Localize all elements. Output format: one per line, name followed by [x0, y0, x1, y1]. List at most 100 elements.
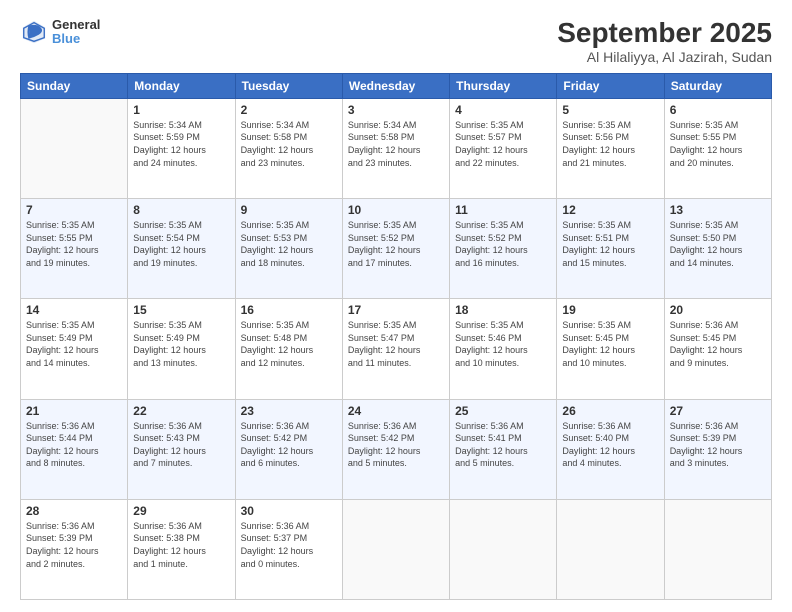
day-info: Sunrise: 5:36 AMSunset: 5:39 PMDaylight:… [26, 520, 122, 570]
day-number: 29 [133, 504, 229, 518]
calendar-week-3: 14Sunrise: 5:35 AMSunset: 5:49 PMDayligh… [21, 299, 772, 399]
calendar-cell: 11Sunrise: 5:35 AMSunset: 5:52 PMDayligh… [450, 199, 557, 299]
calendar-week-1: 1 Sunrise: 5:34 AMSunset: 5:59 PMDaylight… [21, 98, 772, 198]
day-info: Sunrise: 5:35 AMSunset: 5:49 PMDaylight:… [133, 319, 229, 369]
day-number: 27 [670, 404, 766, 418]
header: General Blue September 2025 Al Hilaliyya… [20, 18, 772, 65]
day-info: Sunrise: 5:35 AMSunset: 5:52 PMDaylight:… [348, 219, 444, 269]
day-number: 23 [241, 404, 337, 418]
calendar-cell: 17 Sunrise: 5:35 AMSunset: 5:47 PMDayligh… [342, 299, 449, 399]
day-number: 2 [241, 103, 337, 117]
header-cell-monday: Monday [128, 73, 235, 98]
day-number: 16 [241, 303, 337, 317]
calendar-cell: 30 Sunrise: 5:36 AMSunset: 5:37 PMDayligh… [235, 499, 342, 599]
day-info: Sunrise: 5:35 AMSunset: 5:47 PMDaylight:… [348, 319, 444, 369]
day-info: Sunrise: 5:34 AMSunset: 5:58 PMDaylight:… [241, 119, 337, 169]
day-number: 13 [670, 203, 766, 217]
day-info: Sunrise: 5:35 AMSunset: 5:55 PMDaylight:… [26, 219, 122, 269]
day-info: Sunrise: 5:36 AMSunset: 5:42 PMDaylight:… [348, 420, 444, 470]
day-number: 4 [455, 103, 551, 117]
day-number: 21 [26, 404, 122, 418]
page-title: September 2025 [557, 18, 772, 49]
day-info: Sunrise: 5:35 AMSunset: 5:54 PMDaylight:… [133, 219, 229, 269]
calendar-cell: 2 Sunrise: 5:34 AMSunset: 5:58 PMDaylight… [235, 98, 342, 198]
day-info: Sunrise: 5:36 AMSunset: 5:41 PMDaylight:… [455, 420, 551, 470]
header-row: SundayMondayTuesdayWednesdayThursdayFrid… [21, 73, 772, 98]
header-cell-sunday: Sunday [21, 73, 128, 98]
calendar-cell: 1 Sunrise: 5:34 AMSunset: 5:59 PMDaylight… [128, 98, 235, 198]
calendar-cell: 15Sunrise: 5:35 AMSunset: 5:49 PMDayligh… [128, 299, 235, 399]
calendar-cell: 20 Sunrise: 5:36 AMSunset: 5:45 PMDayligh… [664, 299, 771, 399]
calendar-cell: 6Sunrise: 5:35 AMSunset: 5:55 PMDaylight… [664, 98, 771, 198]
calendar-cell: 27 Sunrise: 5:36 AMSunset: 5:39 PMDayligh… [664, 399, 771, 499]
day-number: 8 [133, 203, 229, 217]
calendar-cell: 25 Sunrise: 5:36 AMSunset: 5:41 PMDayligh… [450, 399, 557, 499]
calendar-cell: 14Sunrise: 5:35 AMSunset: 5:49 PMDayligh… [21, 299, 128, 399]
day-info: Sunrise: 5:36 AMSunset: 5:40 PMDaylight:… [562, 420, 658, 470]
day-number: 5 [562, 103, 658, 117]
calendar-cell: 10 Sunrise: 5:35 AMSunset: 5:52 PMDayligh… [342, 199, 449, 299]
calendar-cell [21, 98, 128, 198]
logo-icon [20, 18, 48, 46]
day-info: Sunrise: 5:36 AMSunset: 5:44 PMDaylight:… [26, 420, 122, 470]
day-info: Sunrise: 5:34 AMSunset: 5:58 PMDaylight:… [348, 119, 444, 169]
day-info: Sunrise: 5:36 AMSunset: 5:39 PMDaylight:… [670, 420, 766, 470]
day-info: Sunrise: 5:34 AMSunset: 5:59 PMDaylight:… [133, 119, 229, 169]
day-number: 25 [455, 404, 551, 418]
day-info: Sunrise: 5:35 AMSunset: 5:45 PMDaylight:… [562, 319, 658, 369]
logo: General Blue [20, 18, 100, 47]
day-number: 18 [455, 303, 551, 317]
calendar-cell: 4 Sunrise: 5:35 AMSunset: 5:57 PMDaylight… [450, 98, 557, 198]
day-number: 20 [670, 303, 766, 317]
page-subtitle: Al Hilaliyya, Al Jazirah, Sudan [557, 49, 772, 65]
calendar-cell: 3 Sunrise: 5:34 AMSunset: 5:58 PMDaylight… [342, 98, 449, 198]
day-number: 30 [241, 504, 337, 518]
calendar-week-2: 7 Sunrise: 5:35 AMSunset: 5:55 PMDaylight… [21, 199, 772, 299]
day-number: 1 [133, 103, 229, 117]
day-number: 3 [348, 103, 444, 117]
calendar-cell: 8 Sunrise: 5:35 AMSunset: 5:54 PMDaylight… [128, 199, 235, 299]
header-cell-thursday: Thursday [450, 73, 557, 98]
header-cell-saturday: Saturday [664, 73, 771, 98]
page: General Blue September 2025 Al Hilaliyya… [0, 0, 792, 612]
calendar-cell [557, 499, 664, 599]
day-info: Sunrise: 5:36 AMSunset: 5:37 PMDaylight:… [241, 520, 337, 570]
day-info: Sunrise: 5:35 AMSunset: 5:56 PMDaylight:… [562, 119, 658, 169]
calendar-cell [664, 499, 771, 599]
logo-line1: General [52, 18, 100, 32]
calendar-week-5: 28 Sunrise: 5:36 AMSunset: 5:39 PMDayligh… [21, 499, 772, 599]
day-number: 28 [26, 504, 122, 518]
calendar-cell: 13 Sunrise: 5:35 AMSunset: 5:50 PMDayligh… [664, 199, 771, 299]
day-number: 22 [133, 404, 229, 418]
calendar-cell: 12 Sunrise: 5:35 AMSunset: 5:51 PMDayligh… [557, 199, 664, 299]
day-info: Sunrise: 5:36 AMSunset: 5:43 PMDaylight:… [133, 420, 229, 470]
calendar-cell [342, 499, 449, 599]
day-number: 9 [241, 203, 337, 217]
calendar-cell: 7 Sunrise: 5:35 AMSunset: 5:55 PMDaylight… [21, 199, 128, 299]
calendar-cell: 23Sunrise: 5:36 AMSunset: 5:42 PMDayligh… [235, 399, 342, 499]
day-info: Sunrise: 5:36 AMSunset: 5:45 PMDaylight:… [670, 319, 766, 369]
logo-text: General Blue [52, 18, 100, 47]
day-number: 24 [348, 404, 444, 418]
calendar-cell: 18 Sunrise: 5:35 AMSunset: 5:46 PMDayligh… [450, 299, 557, 399]
calendar-cell: 19 Sunrise: 5:35 AMSunset: 5:45 PMDayligh… [557, 299, 664, 399]
day-number: 10 [348, 203, 444, 217]
calendar-cell: 26Sunrise: 5:36 AMSunset: 5:40 PMDayligh… [557, 399, 664, 499]
day-number: 7 [26, 203, 122, 217]
day-number: 19 [562, 303, 658, 317]
header-cell-tuesday: Tuesday [235, 73, 342, 98]
calendar-cell: 9Sunrise: 5:35 AMSunset: 5:53 PMDaylight… [235, 199, 342, 299]
title-block: September 2025 Al Hilaliyya, Al Jazirah,… [557, 18, 772, 65]
day-number: 6 [670, 103, 766, 117]
day-number: 17 [348, 303, 444, 317]
day-info: Sunrise: 5:36 AMSunset: 5:38 PMDaylight:… [133, 520, 229, 570]
calendar-header: SundayMondayTuesdayWednesdayThursdayFrid… [21, 73, 772, 98]
calendar-week-4: 21 Sunrise: 5:36 AMSunset: 5:44 PMDayligh… [21, 399, 772, 499]
day-info: Sunrise: 5:35 AMSunset: 5:49 PMDaylight:… [26, 319, 122, 369]
day-info: Sunrise: 5:35 AMSunset: 5:48 PMDaylight:… [241, 319, 337, 369]
day-info: Sunrise: 5:35 AMSunset: 5:46 PMDaylight:… [455, 319, 551, 369]
day-info: Sunrise: 5:35 AMSunset: 5:50 PMDaylight:… [670, 219, 766, 269]
day-info: Sunrise: 5:35 AMSunset: 5:51 PMDaylight:… [562, 219, 658, 269]
day-info: Sunrise: 5:35 AMSunset: 5:57 PMDaylight:… [455, 119, 551, 169]
day-number: 12 [562, 203, 658, 217]
